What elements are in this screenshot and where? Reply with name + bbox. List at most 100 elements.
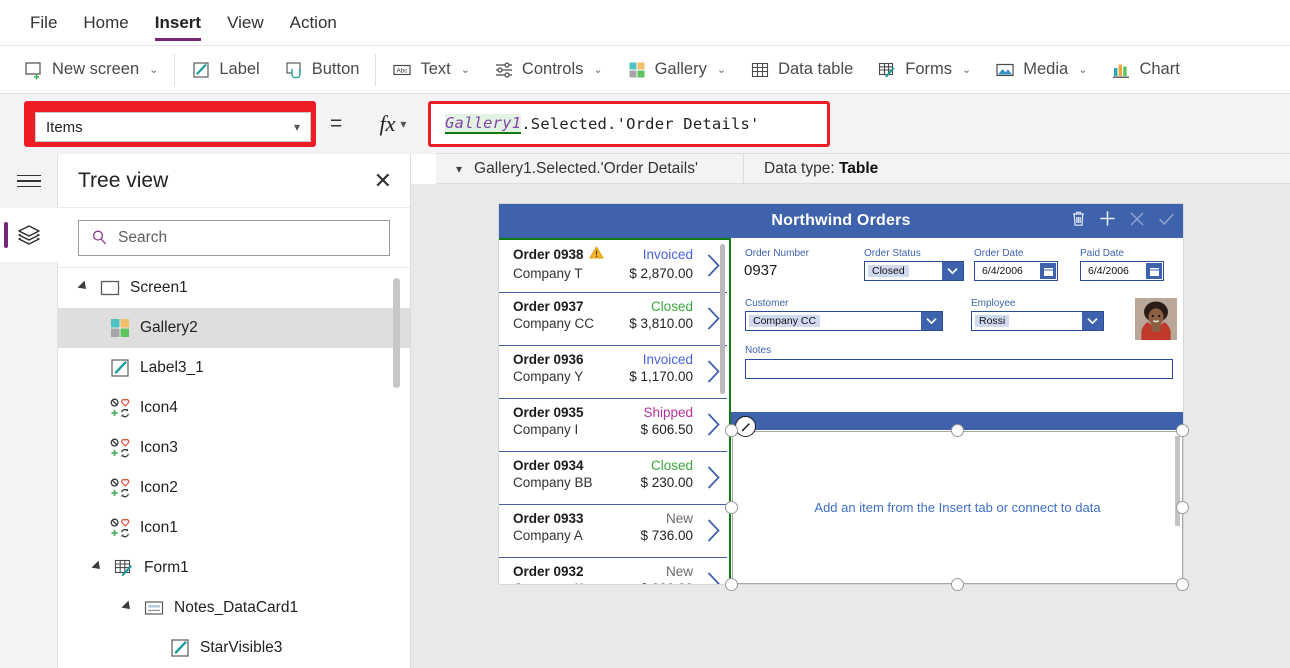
text-button[interactable]: Abc Text ⌄ — [380, 50, 481, 90]
app-header-actions — [1071, 204, 1175, 238]
resize-handle-top-left[interactable] — [725, 424, 738, 437]
order-row[interactable]: Order 0936 Invoiced Company Y $ 1,170.00 — [499, 346, 727, 399]
chevron-right-icon[interactable] — [706, 253, 721, 283]
tree-item-form1[interactable]: Form1 — [58, 548, 410, 588]
order-company: Company Y — [513, 369, 584, 384]
gallery-button[interactable]: Gallery ⌄ — [615, 50, 738, 90]
chevron-right-icon[interactable] — [706, 518, 721, 548]
menu-item-action[interactable]: Action — [290, 0, 337, 46]
menu-item-insert[interactable]: Insert — [154, 0, 202, 46]
order-name: Order 0936 — [513, 352, 584, 367]
orders-gallery[interactable]: Order 0938 Invoiced Company T $ 2,870.00 — [499, 240, 727, 584]
expand-caret-icon[interactable] — [76, 280, 90, 293]
button-icon — [284, 60, 304, 80]
new-screen-button[interactable]: New screen ⌄ — [0, 50, 170, 90]
tree-item-label: Label3_1 — [140, 359, 204, 376]
order-row[interactable]: Order 0934 Closed Company BB $ 230.00 — [499, 452, 727, 505]
tree-item-icon4[interactable]: Icon4 — [58, 388, 410, 428]
chevron-right-icon[interactable] — [706, 359, 721, 389]
paid-date-input[interactable]: 6/4/2006 — [1080, 261, 1164, 281]
menu-item-file[interactable]: File — [30, 0, 57, 46]
formula-result-text: Gallery1.Selected.'Order Details' — [474, 159, 698, 177]
tree-item-screen1[interactable]: Screen1 — [58, 268, 410, 308]
order-status-dropdown[interactable]: Closed — [864, 261, 964, 281]
chevron-right-icon[interactable] — [706, 465, 721, 495]
edit-pencil-icon[interactable] — [735, 416, 756, 437]
trash-icon[interactable] — [1071, 210, 1086, 232]
chevron-right-icon[interactable] — [706, 412, 721, 442]
order-row[interactable]: Order 0932 New Company K $ 800.00 — [499, 558, 727, 584]
expand-caret-icon[interactable] — [90, 560, 104, 573]
expand-caret-icon[interactable] — [120, 600, 134, 613]
order-row[interactable]: Order 0933 New Company A $ 736.00 — [499, 505, 727, 558]
customer-dropdown[interactable]: Company CC — [745, 311, 943, 331]
tree-scrollbar-thumb[interactable] — [393, 278, 400, 388]
formula-input[interactable]: Gallery1 .Selected.'Order Details' — [431, 104, 827, 144]
close-x-icon[interactable] — [1129, 211, 1145, 232]
order-row[interactable]: Order 0938 Invoiced Company T $ 2,870.00 — [499, 240, 727, 293]
resize-handle-bottom-right[interactable] — [1176, 578, 1189, 591]
menu-item-view[interactable]: View — [227, 0, 264, 46]
tree-item-icon1[interactable]: Icon1 — [58, 508, 410, 548]
data-table-button[interactable]: Data table — [738, 50, 865, 90]
plus-icon[interactable] — [1099, 210, 1116, 232]
fx-button[interactable]: fx ▾ — [362, 107, 424, 141]
ribbon-group-basic: Label Button — [179, 46, 371, 94]
employee-dropdown[interactable]: Rossi — [971, 311, 1104, 331]
chevron-down-icon[interactable] — [921, 312, 942, 330]
hamburger-menu-button[interactable] — [0, 154, 58, 208]
formula-result-bar: ▾ Gallery1.Selected.'Order Details' Data… — [436, 153, 1290, 184]
order-row[interactable]: Order 0935 Shipped Company I $ 606.50 — [499, 399, 727, 452]
chevron-right-icon[interactable] — [706, 571, 721, 584]
tree-scrollbar-track[interactable] — [393, 268, 405, 668]
resize-handle-top-center[interactable] — [951, 424, 964, 437]
chevron-down-icon: ⌄ — [593, 64, 603, 76]
property-dropdown[interactable]: Items ▾ — [35, 112, 311, 142]
calendar-icon[interactable] — [1040, 263, 1056, 279]
forms-button[interactable]: Forms ⌄ — [865, 50, 983, 90]
tree-item-label: Icon2 — [140, 479, 178, 496]
checkmark-icon[interactable] — [1158, 211, 1175, 232]
tree-item-label3-1[interactable]: Label3_1 — [58, 348, 410, 388]
chart-button[interactable]: Chart — [1099, 50, 1191, 90]
formula-result-expression[interactable]: ▾ Gallery1.Selected.'Order Details' — [436, 153, 744, 184]
tree-item-notes-datacard1[interactable]: Notes_DataCard1 — [58, 588, 410, 628]
design-canvas[interactable]: Northwind Orders Order 0938 Invoiced Com… — [411, 184, 1290, 668]
app-preview-screen[interactable]: Northwind Orders Order 0938 Invoiced Com… — [499, 204, 1189, 591]
formula-bar-highlight: Gallery1 .Selected.'Order Details' — [428, 101, 830, 147]
tree-item-gallery2[interactable]: Gallery2 — [58, 308, 410, 348]
empty-gallery-message: Add an item from the Insert tab or conne… — [814, 500, 1101, 515]
chevron-down-icon[interactable] — [942, 262, 963, 280]
rail-tab-tree-view[interactable] — [0, 208, 58, 262]
media-button[interactable]: Media ⌄ — [983, 50, 1099, 90]
chevron-down-icon[interactable] — [1082, 312, 1103, 330]
notes-input[interactable] — [745, 359, 1173, 379]
chevron-right-icon[interactable] — [706, 306, 721, 336]
ribbon-divider — [174, 53, 176, 86]
controls-button[interactable]: Controls ⌄ — [482, 50, 615, 90]
tree-view-header: Tree view ✕ — [58, 154, 410, 208]
customer-value: Company CC — [749, 315, 821, 327]
close-icon[interactable]: ✕ — [374, 169, 392, 192]
calendar-icon[interactable] — [1146, 263, 1162, 279]
menu-item-home[interactable]: Home — [83, 0, 128, 46]
search-input[interactable]: Search — [78, 219, 390, 256]
chart-icon — [1111, 60, 1131, 80]
tree-item-starvisible3[interactable]: StarVisible3 — [58, 628, 410, 668]
order-row[interactable]: Order 0937 Closed Company CC $ 3,810.00 — [499, 293, 727, 346]
data-type-value: Table — [838, 159, 879, 177]
resize-handle-bottom-left[interactable] — [725, 578, 738, 591]
tree-item-icon2[interactable]: Icon2 — [58, 468, 410, 508]
resize-handle-top-right[interactable] — [1176, 424, 1189, 437]
resize-handle-middle-left[interactable] — [725, 501, 738, 514]
property-selector-highlight: Items ▾ — [24, 101, 316, 147]
tree-item-icon3[interactable]: Icon3 — [58, 428, 410, 468]
label-button[interactable]: Label — [179, 50, 271, 90]
orders-gallery-scrollbar[interactable] — [720, 244, 725, 394]
resize-handle-middle-right[interactable] — [1176, 501, 1189, 514]
button-button[interactable]: Button — [272, 50, 372, 90]
ribbon-divider-2 — [375, 53, 377, 86]
empty-gallery2[interactable]: Add an item from the Insert tab or conne… — [732, 431, 1183, 584]
resize-handle-bottom-center[interactable] — [951, 578, 964, 591]
order-date-input[interactable]: 6/4/2006 — [974, 261, 1058, 281]
